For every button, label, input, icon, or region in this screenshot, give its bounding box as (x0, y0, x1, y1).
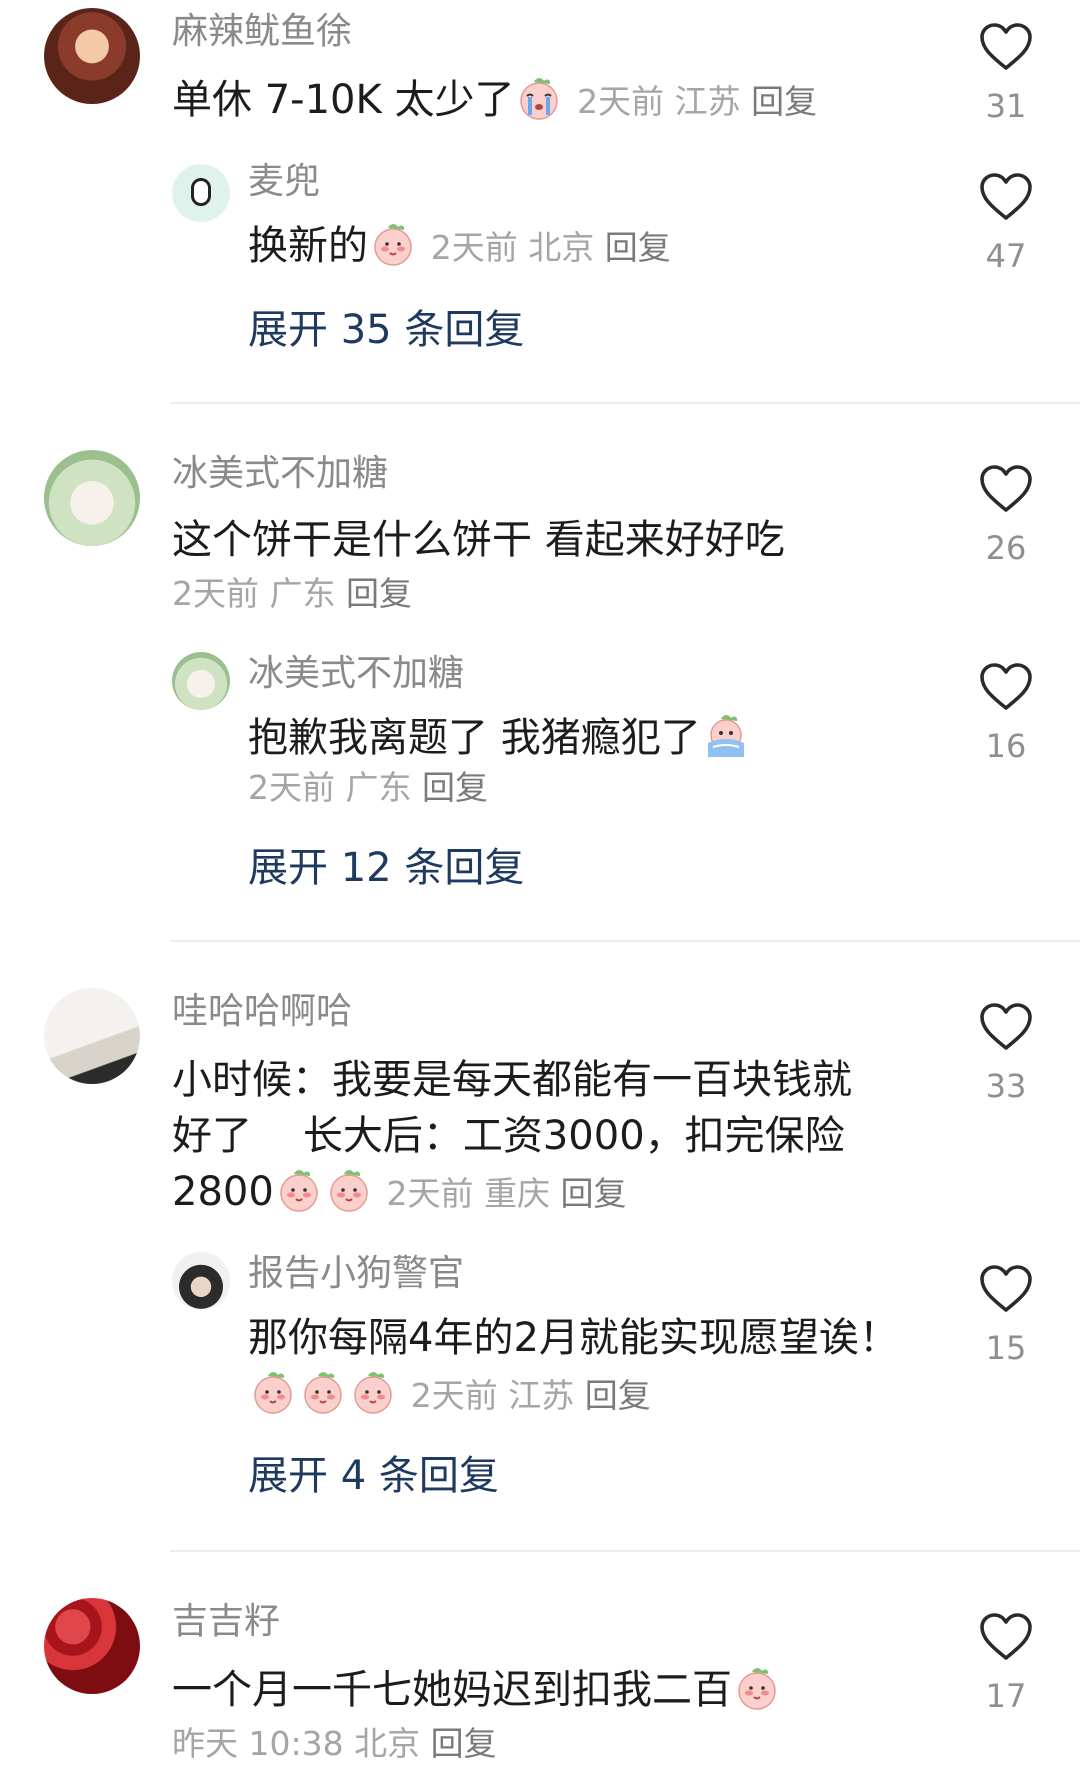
reply-username[interactable]: 冰美式不加糖 (248, 652, 464, 696)
comment-text-content: 一个月一千七她妈迟到扣我二百 (172, 1667, 732, 1713)
comment-text: 单休 7-10K 太少了 2天前 江苏 回复 (172, 72, 817, 130)
heart-icon (979, 1264, 1033, 1314)
reply-text: 抱歉我离题了 我猪瘾犯了 (248, 710, 751, 766)
comment-username[interactable]: 哇哈哈啊哈 (172, 990, 352, 1034)
reply-text-content: 抱歉我离题了 我猪瘾犯了 (248, 715, 701, 761)
reply-time-location: 2天前 江苏 (410, 1376, 575, 1415)
expand-replies-button[interactable]: 展开 4 条回复 (248, 1452, 499, 1500)
comment-text: 一个月一千七她妈迟到扣我二百 (172, 1662, 782, 1718)
reply-meta: 2天前 北京 回复 (431, 228, 671, 267)
comment-username[interactable]: 麻辣鱿鱼徐 (172, 10, 352, 54)
comment-text-content: 单休 7-10K 太少了 (172, 77, 515, 123)
like-button[interactable]: 31 (976, 22, 1036, 126)
reply-text: 2天前 江苏 回复 (248, 1366, 651, 1424)
divider (170, 1550, 1080, 1552)
heart-icon (979, 172, 1033, 222)
like-count: 26 (985, 529, 1027, 567)
like-count: 31 (985, 87, 1027, 125)
like-count: 47 (985, 237, 1027, 275)
comment-time-location: 昨天 10:38 北京 (172, 1724, 421, 1763)
like-count: 15 (985, 1329, 1027, 1367)
divider (170, 402, 1080, 404)
like-button[interactable]: 17 (976, 1612, 1036, 1716)
like-button[interactable]: 15 (976, 1264, 1036, 1368)
peach-emoji (734, 1665, 780, 1711)
peach-emoji (326, 1167, 372, 1213)
comment-meta: 昨天 10:38 北京 回复 (172, 1722, 497, 1766)
comment-text: 这个饼干是什么饼干 看起来好好吃 (172, 517, 785, 563)
comment-text-line: 好了 长大后：工资3000，扣完保险 (172, 1113, 845, 1159)
peach-emoji (350, 1369, 396, 1415)
like-button[interactable]: 16 (976, 662, 1036, 766)
like-button[interactable]: 33 (976, 1002, 1036, 1106)
expand-replies-button[interactable]: 展开 35 条回复 (248, 306, 524, 354)
reply-button[interactable]: 回复 (561, 1174, 627, 1213)
comment-time-location: 2天前 江苏 (577, 82, 741, 121)
heart-icon (979, 662, 1033, 712)
comment-meta: 2天前 江苏 回复 (577, 82, 817, 121)
heart-icon (979, 464, 1033, 514)
reply-button[interactable]: 回复 (585, 1376, 651, 1415)
peach-emoji (276, 1167, 322, 1213)
reply-meta: 2天前 江苏 回复 (411, 1376, 651, 1415)
divider (170, 940, 1080, 942)
heart-icon (979, 1002, 1033, 1052)
avatar[interactable] (172, 652, 230, 710)
reply-text: 换新的 2天前 北京 回复 (248, 218, 671, 276)
avatar[interactable] (44, 8, 140, 104)
heart-icon (979, 22, 1033, 72)
peach-emoji (300, 1369, 346, 1415)
reply-meta: 2天前 广东 回复 (248, 766, 488, 810)
reply-username[interactable]: 报告小狗警官 (248, 1252, 464, 1296)
like-button[interactable]: 26 (976, 464, 1036, 568)
crying-peach-emoji (516, 75, 562, 121)
reply-button[interactable]: 回复 (751, 82, 817, 121)
avatar[interactable] (44, 450, 140, 546)
comment-text: 2800 2天前 重庆 回复 (172, 1164, 627, 1222)
like-count: 17 (985, 1677, 1027, 1715)
comment-meta: 2天前 广东 回复 (172, 572, 412, 616)
comment-username[interactable]: 冰美式不加糖 (172, 452, 388, 496)
comment-meta: 2天前 重庆 回复 (387, 1174, 627, 1213)
comment-time-location: 2天前 广东 (172, 574, 336, 613)
reply-time-location: 2天前 北京 (430, 228, 595, 267)
heart-icon (979, 1612, 1033, 1662)
reply-text-line: 那你每隔4年的2月就能实现愿望诶！ (248, 1315, 899, 1361)
avatar[interactable] (172, 1252, 230, 1310)
expand-replies-button[interactable]: 展开 12 条回复 (248, 844, 524, 892)
like-count: 16 (985, 727, 1027, 765)
reply-time-location: 2天前 广东 (248, 768, 412, 807)
like-count: 33 (985, 1067, 1027, 1105)
reply-button[interactable]: 回复 (346, 574, 412, 613)
avatar[interactable] (44, 1598, 140, 1694)
crying-blue-emoji (703, 713, 749, 759)
comment-username[interactable]: 吉吉籽 (172, 1600, 280, 1644)
reply-username[interactable]: 麦兜 (248, 160, 320, 204)
comment-text-content: 2800 (172, 1169, 274, 1215)
reply-button[interactable]: 回复 (431, 1724, 497, 1763)
reply-button[interactable]: 回复 (422, 768, 488, 807)
reply-text-content: 换新的 (248, 223, 368, 269)
peach-emoji (250, 1369, 296, 1415)
avatar[interactable] (172, 164, 230, 222)
peach-emoji (370, 221, 416, 267)
reply-button[interactable]: 回复 (605, 228, 671, 267)
avatar[interactable] (44, 988, 140, 1084)
comment-text-line: 小时候：我要是每天都能有一百块钱就 (172, 1057, 852, 1103)
like-button[interactable]: 47 (976, 172, 1036, 276)
comment-time-location: 2天前 重庆 (386, 1174, 551, 1213)
